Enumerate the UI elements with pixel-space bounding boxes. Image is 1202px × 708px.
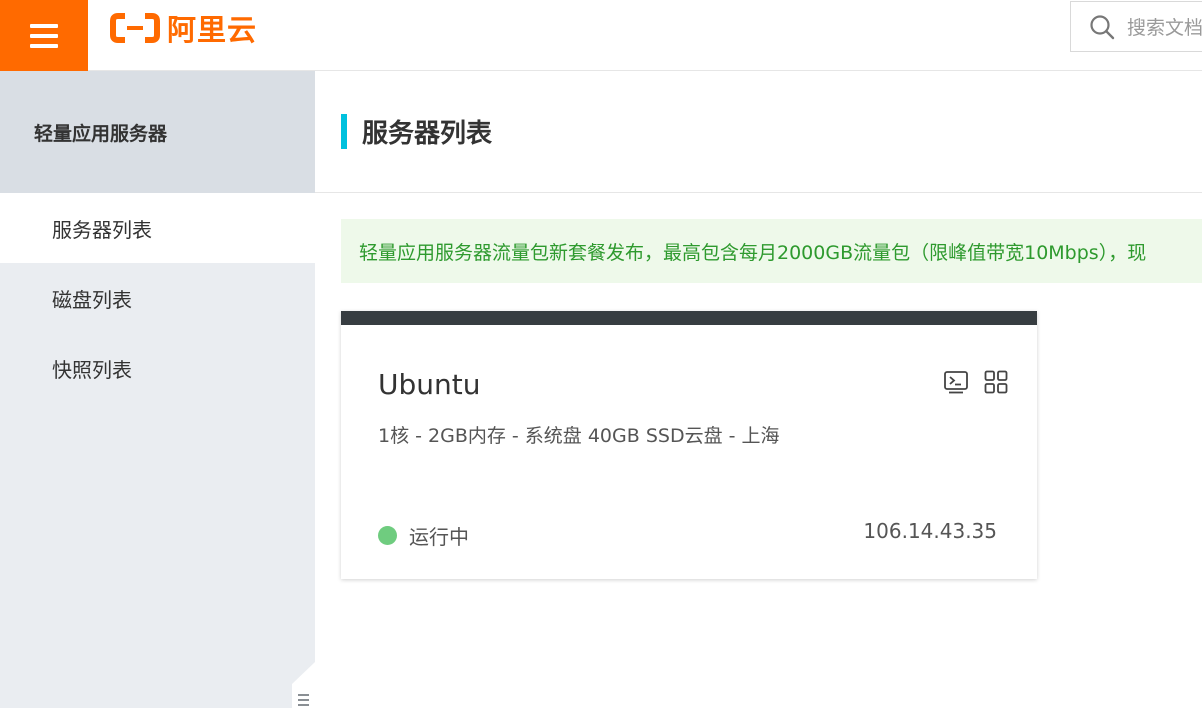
terminal-icon[interactable] (943, 369, 969, 395)
menu-icon (30, 23, 58, 48)
sidebar-header: 轻量应用服务器 (0, 71, 315, 193)
sidebar-item-server-list[interactable]: 服务器列表 (0, 193, 315, 263)
sidebar-title: 轻量应用服务器 (34, 122, 168, 145)
notice-banner: 轻量应用服务器流量包新套餐发布，最高包含每月2000GB流量包（限峰值带宽10M… (341, 219, 1202, 283)
card-actions (943, 369, 1009, 395)
sidebar-item-label: 磁盘列表 (52, 287, 132, 312)
main-content: 服务器列表 轻量应用服务器流量包新套餐发布，最高包含每月2000GB流量包（限峰… (315, 71, 1202, 708)
sidebar-item-disk-list[interactable]: 磁盘列表 (0, 263, 315, 333)
server-status: 运行中 (378, 521, 469, 550)
collapse-icon[interactable] (292, 662, 315, 708)
search-placeholder: 搜索文档 (1127, 17, 1202, 39)
sidebar-item-snapshot-list[interactable]: 快照列表 (0, 333, 315, 403)
server-spec: 1核 - 2GB内存 - 系统盘 40GB SSD云盘 - 上海 (378, 425, 780, 447)
top-bar: 阿里云 搜索文档 (0, 0, 1202, 71)
sidebar: 轻量应用服务器 服务器列表 磁盘列表 快照列表 (0, 71, 315, 708)
grid-icon[interactable] (983, 369, 1009, 395)
logo[interactable]: 阿里云 (110, 10, 258, 47)
menu-button[interactable] (0, 0, 88, 71)
page-title: 服务器列表 (362, 119, 493, 149)
server-card[interactable]: Ubuntu 1核 - 2GB内存 - 系统盘 40GB SSD云盘 - 上海 … (341, 311, 1037, 579)
page-header: 服务器列表 (315, 71, 1202, 193)
status-dot (378, 526, 397, 545)
sidebar-item-label: 快照列表 (52, 357, 132, 382)
search-icon (1090, 14, 1115, 39)
card-top-bar (341, 311, 1037, 325)
notice-text: 轻量应用服务器流量包新套餐发布，最高包含每月2000GB流量包（限峰值带宽10M… (359, 241, 1147, 264)
aliyun-logo-icon (110, 13, 160, 43)
search-box[interactable]: 搜索文档 (1070, 1, 1202, 52)
server-name[interactable]: Ubuntu (378, 368, 480, 401)
sidebar-item-label: 服务器列表 (52, 217, 152, 242)
title-accent (341, 114, 347, 149)
status-text: 运行中 (409, 525, 469, 549)
logo-text: 阿里云 (167, 13, 258, 47)
server-ip: 106.14.43.35 (863, 519, 997, 543)
